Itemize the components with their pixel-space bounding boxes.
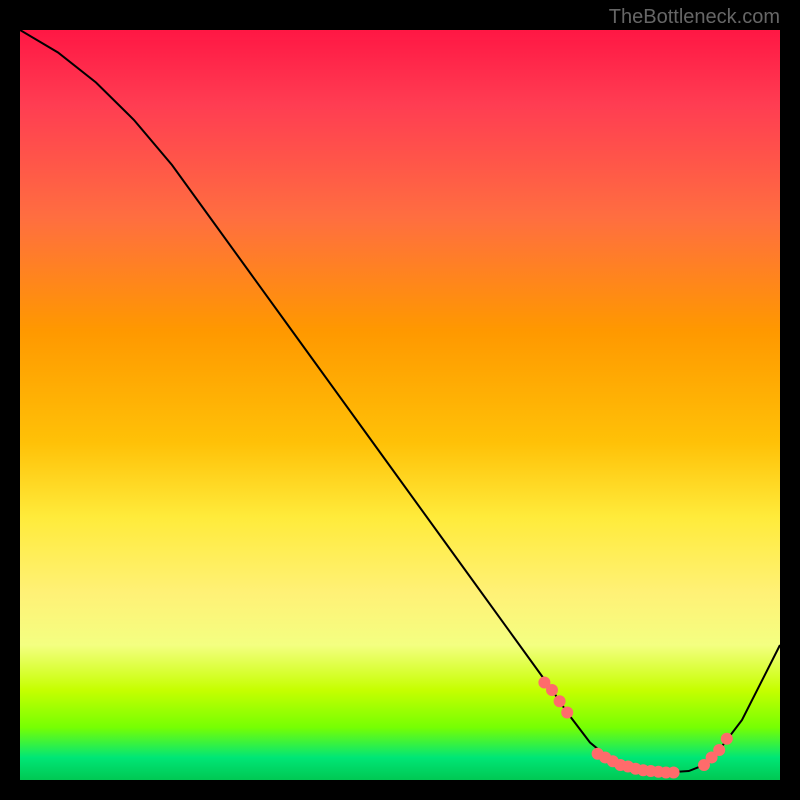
watermark-text: TheBottleneck.com bbox=[609, 6, 780, 29]
data-point bbox=[713, 744, 725, 756]
data-point bbox=[554, 695, 566, 707]
bottleneck-curve bbox=[20, 30, 780, 773]
data-point bbox=[546, 684, 558, 696]
highlighted-points-group bbox=[538, 677, 732, 779]
data-point bbox=[668, 767, 680, 779]
chart-plot-area bbox=[20, 30, 780, 780]
data-point bbox=[721, 733, 733, 745]
chart-svg bbox=[20, 30, 780, 780]
data-point bbox=[561, 707, 573, 719]
